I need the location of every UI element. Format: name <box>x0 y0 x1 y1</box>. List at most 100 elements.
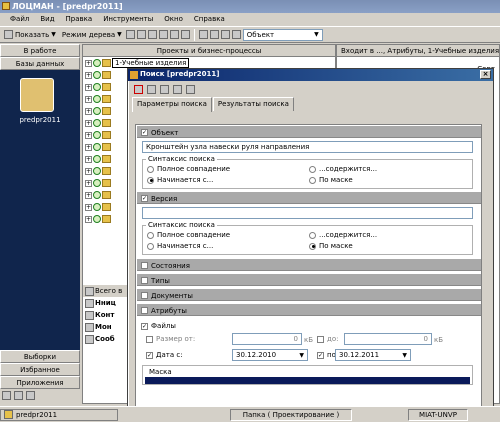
files-checkbox[interactable]: ✓ <box>141 322 148 330</box>
expand-icon[interactable]: + <box>85 131 92 139</box>
nav-databases[interactable]: Базы данных <box>0 57 80 70</box>
paste-icon[interactable] <box>158 30 168 39</box>
object-name-input[interactable]: Кронштейн узла навески руля направления <box>142 141 473 153</box>
tab-search-results[interactable]: Результаты поиска <box>212 97 294 111</box>
date-from-checkbox[interactable]: ✓ Дата с: <box>146 351 183 359</box>
database-name[interactable]: predpr2011 <box>12 116 68 124</box>
close-icon[interactable] <box>134 84 143 94</box>
section-documents[interactable]: Документы <box>137 289 481 301</box>
menu-file[interactable]: Файл <box>4 13 34 26</box>
expand-icon[interactable]: + <box>85 215 92 223</box>
version-input[interactable] <box>142 207 473 219</box>
radio-dot <box>309 176 316 184</box>
check-icon <box>93 131 101 139</box>
folder-icon[interactable] <box>209 30 219 39</box>
expand-icon[interactable]: + <box>85 155 92 163</box>
show-button[interactable]: Показать ▼ <box>2 28 58 41</box>
in-label[interactable]: Входит в ... <box>341 47 383 55</box>
states-checkbox[interactable] <box>141 262 148 269</box>
tab-search-params[interactable]: Параметры поиска <box>132 97 212 112</box>
radio-exact-match[interactable]: Полное совпадение <box>147 231 230 239</box>
check-icon <box>93 95 101 103</box>
delete-icon[interactable] <box>136 30 146 39</box>
menu-window[interactable]: Окно <box>158 13 188 26</box>
radio-starts-with[interactable]: Начинается с... <box>147 242 213 250</box>
date-from-picker[interactable]: 30.12.2010 ▼ <box>232 349 308 361</box>
menu-view[interactable]: Вид <box>34 13 59 26</box>
size-from-checkbox[interactable]: Размер от: <box>146 335 195 343</box>
size-to-input[interactable]: 0 <box>344 333 432 345</box>
breadcrumb: Входит в ..., Атрибуты, 1-Учебные издели… <box>337 45 499 57</box>
version-checkbox[interactable]: ✓ <box>141 195 148 202</box>
section-attributes[interactable]: Атрибуты <box>137 304 481 316</box>
properties-icon[interactable] <box>180 30 190 39</box>
types-checkbox[interactable] <box>141 277 148 284</box>
tree-mode-button[interactable]: Режим дерева ▼ <box>60 28 124 41</box>
tree-header[interactable]: Проекты и бизнес-процессы <box>83 45 335 57</box>
attributes-checkbox[interactable] <box>141 307 148 314</box>
nav-selections[interactable]: Выборки <box>0 350 80 363</box>
nav-favorites[interactable]: Избранное <box>0 363 80 376</box>
menu-help[interactable]: Справка <box>188 13 230 26</box>
expand-icon[interactable]: + <box>85 119 92 127</box>
filter-icon[interactable] <box>173 84 182 94</box>
checkbox-box: ✓ <box>317 351 324 359</box>
section-label: Атрибуты <box>151 306 187 315</box>
radio-contains[interactable]: ...содержится... <box>309 231 377 239</box>
section-object[interactable]: ✓ Объект <box>137 126 481 138</box>
section-version[interactable]: ✓ Версия <box>137 192 481 204</box>
expand-icon[interactable]: + <box>85 167 92 175</box>
mask-input[interactable] <box>145 377 470 384</box>
documents-checkbox[interactable] <box>141 292 148 299</box>
radio-label: Полное совпадение <box>157 231 231 239</box>
object-checkbox[interactable]: ✓ <box>141 129 148 136</box>
expand-icon[interactable]: + <box>85 59 92 67</box>
new-icon[interactable] <box>125 30 135 39</box>
section-label: Состояния <box>151 261 190 270</box>
size-unit-label: кБ <box>434 336 444 344</box>
expand-icon[interactable]: + <box>85 83 92 91</box>
save-icon[interactable] <box>160 84 169 94</box>
close-button[interactable]: × <box>480 70 491 79</box>
expand-icon[interactable]: + <box>85 179 92 187</box>
search-icon[interactable] <box>186 84 195 94</box>
print-icon[interactable] <box>220 30 230 39</box>
section-states[interactable]: Состояния <box>137 259 481 271</box>
nav-applications[interactable]: Приложения <box>0 376 80 389</box>
refresh-icon[interactable] <box>231 30 241 39</box>
date-to-picker[interactable]: 30.12.2011 ▼ <box>335 349 411 361</box>
size-from-input[interactable]: 0 <box>232 333 302 345</box>
expand-icon[interactable]: + <box>85 203 92 211</box>
menu-edit[interactable]: Правка <box>60 13 98 26</box>
section-files[interactable]: ✓ Файлы <box>137 319 481 331</box>
folder-icon[interactable] <box>2 391 11 400</box>
radio-exact-match[interactable]: Полное совпадение <box>147 165 230 173</box>
folder-icon[interactable] <box>14 391 23 400</box>
copy-icon[interactable] <box>147 30 157 39</box>
link-icon[interactable] <box>169 30 179 39</box>
page-icon[interactable] <box>26 391 35 400</box>
expand-icon[interactable]: + <box>85 191 92 199</box>
size-to-checkbox[interactable]: до: <box>317 335 338 343</box>
radio-starts-with[interactable]: Начинается с... <box>147 176 213 184</box>
folder-icon[interactable] <box>147 84 156 94</box>
nav-mini-toolbar <box>0 389 80 403</box>
radio-dot <box>309 242 316 250</box>
cut-icon[interactable] <box>198 30 208 39</box>
document-tab[interactable]: predpr2011 <box>0 408 118 421</box>
menu-tools[interactable]: Инструменты <box>97 13 158 26</box>
radio-dot <box>147 176 154 184</box>
section-types[interactable]: Типы <box>137 274 481 286</box>
main-toolbar: Показать ▼ Режим дерева ▼ Объект ▼ <box>0 27 500 43</box>
expand-icon[interactable]: + <box>85 107 92 115</box>
radio-by-mask[interactable]: По маске <box>309 242 353 250</box>
expand-icon[interactable]: + <box>85 143 92 151</box>
nav-in-work[interactable]: В работе <box>0 44 80 57</box>
radio-by-mask[interactable]: По маске <box>309 176 353 184</box>
expand-icon[interactable]: + <box>85 71 92 79</box>
radio-contains[interactable]: ...содержится... <box>309 165 377 173</box>
expand-icon[interactable]: + <box>85 95 92 103</box>
folder-icon <box>102 191 111 199</box>
object-type-select[interactable]: Объект ▼ <box>242 28 323 41</box>
database-icon[interactable] <box>20 78 54 112</box>
